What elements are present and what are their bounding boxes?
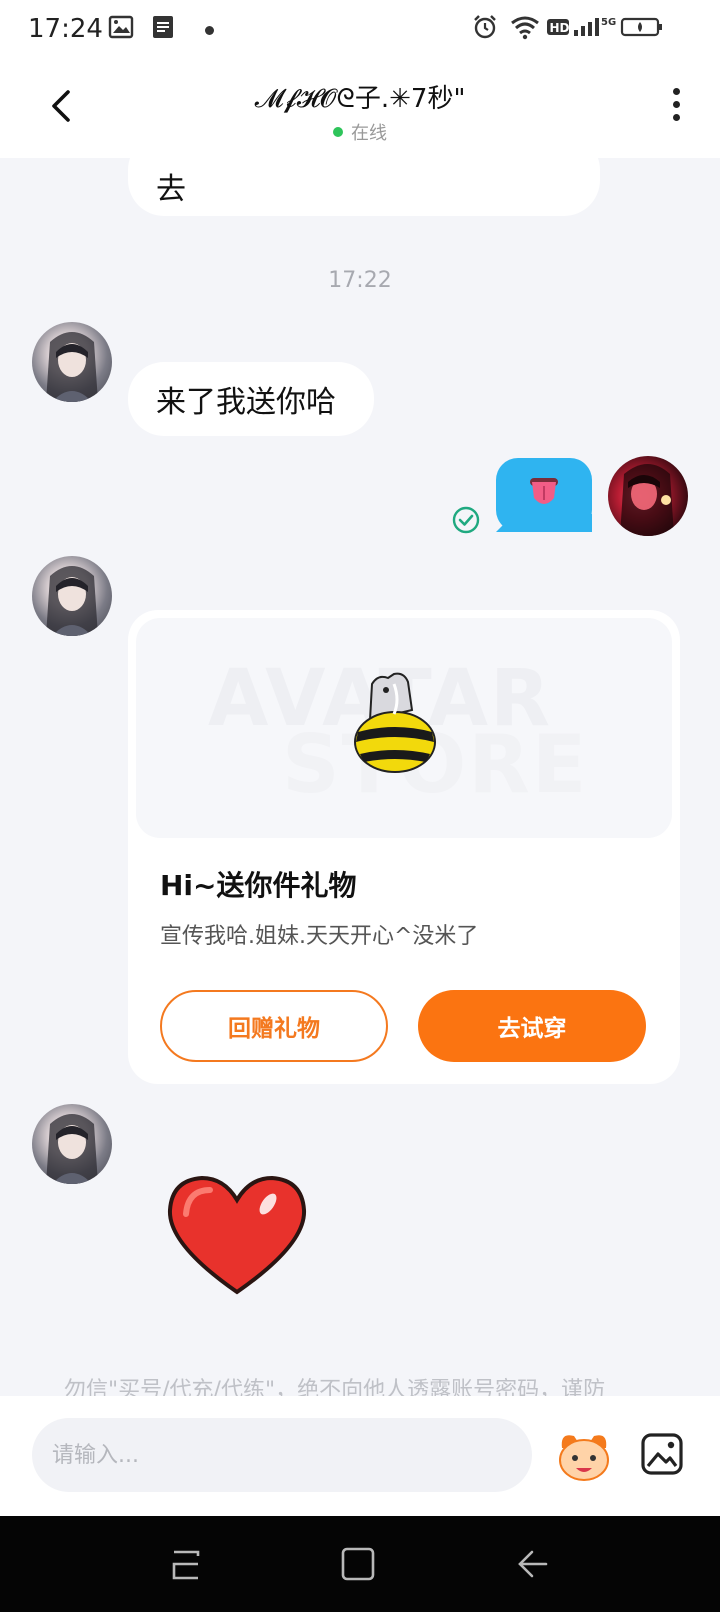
- my-photo: [620, 464, 674, 536]
- more-notifications-dot: [205, 26, 214, 35]
- recent-apps-icon[interactable]: [166, 1544, 206, 1584]
- chat-header: 𝓜𝓯𝓗𝓞ᘓ子.✳7秒" 在线: [0, 62, 720, 158]
- message-text: 去: [156, 172, 186, 207]
- my-avatar[interactable]: [608, 456, 688, 536]
- wifi-icon: [511, 16, 539, 40]
- battery-icon: [620, 17, 662, 37]
- gift-description: 宣传我哈.姐妹.天天开心^没米了: [160, 924, 479, 949]
- contact-photo: [46, 1114, 98, 1184]
- sticker-message[interactable]: [496, 458, 592, 532]
- emoji-sticker-button[interactable]: [556, 1428, 612, 1482]
- svg-text:HD: HD: [550, 21, 570, 35]
- alarm-icon: [474, 15, 496, 39]
- dot-icon: [672, 88, 680, 95]
- message-timestamp: 17:22: [328, 268, 392, 293]
- image-picker-button[interactable]: [640, 1432, 684, 1476]
- chat-message-list[interactable]: 去 17:22 来了我送你哈 STORE Hi~送你件礼物 宣传我哈.姐妹.天天…: [0, 158, 720, 1396]
- gallery-notification-icon: [108, 15, 134, 39]
- message-text: 来了我送你哈: [156, 385, 336, 420]
- document-notification-icon: [153, 16, 173, 38]
- chat-title-block: 𝓜𝓯𝓗𝓞ᘓ子.✳7秒" 在线: [160, 78, 560, 145]
- more-options-button[interactable]: [666, 88, 686, 128]
- gift-card[interactable]: AVATAR STORE Hi~送你件礼物 宣传我哈.姐妹.天天开心^没米了 回…: [128, 610, 680, 1084]
- contact-photo: [46, 332, 98, 402]
- presence-status: 在线: [160, 119, 560, 145]
- back-nav-icon[interactable]: [512, 1544, 552, 1584]
- message-input[interactable]: [32, 1418, 532, 1492]
- chat-title: 𝓜𝓯𝓗𝓞ᘓ子.✳7秒": [254, 84, 466, 114]
- gift-title: Hi~送你件礼物: [160, 869, 357, 902]
- read-status-icon: [452, 506, 480, 534]
- return-gift-button[interactable]: 回赠礼物: [160, 990, 388, 1062]
- cellular-signal-icon: HD 5G: [547, 17, 616, 36]
- back-button[interactable]: [40, 84, 84, 128]
- bee-costume-gift-icon: [354, 672, 436, 773]
- contact-avatar[interactable]: [32, 556, 112, 636]
- security-warning: 勿信"买号/代充/代练"，绝不向他人透露账号密码，谨防: [64, 1378, 606, 1396]
- heart-sticker-icon[interactable]: [164, 1174, 310, 1298]
- presence-label: 在线: [351, 123, 387, 144]
- contact-avatar[interactable]: [32, 1104, 112, 1184]
- message-bubble[interactable]: 来了我送你哈: [128, 362, 374, 436]
- dot-icon: [672, 101, 680, 108]
- message-input-bar: [0, 1396, 720, 1516]
- try-on-button[interactable]: 去试穿: [418, 990, 646, 1062]
- network-type-label: 5G: [601, 17, 616, 28]
- message-bubble[interactable]: 去: [128, 158, 600, 216]
- status-time: 17:24: [28, 14, 103, 44]
- contact-avatar[interactable]: [32, 322, 112, 402]
- system-navigation-bar: [0, 1516, 720, 1612]
- dot-icon: [672, 114, 680, 121]
- gift-banner: AVATAR STORE: [136, 618, 672, 838]
- home-icon[interactable]: [338, 1544, 378, 1584]
- contact-photo: [46, 566, 98, 636]
- tongue-sticker-icon: [496, 478, 592, 532]
- status-bar: 17:24 HD 5G: [0, 0, 720, 62]
- online-dot-icon: [333, 127, 343, 137]
